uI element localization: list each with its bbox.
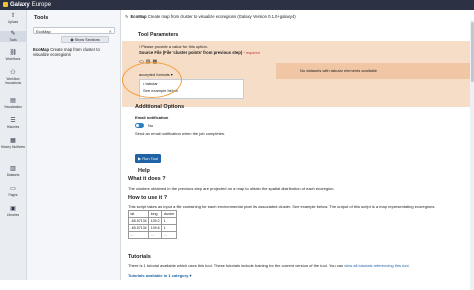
tutorials-category-toggle[interactable]: Tutorials available in 1 category ▾	[128, 273, 192, 278]
tutorials-title: Tutorials	[128, 254, 151, 260]
activity-label: Pages	[8, 193, 18, 197]
activity-label: Histories	[6, 125, 20, 129]
highlight-circle	[122, 62, 182, 98]
how-to-use-heading: How to use it ?	[128, 195, 168, 201]
activity-label: Visualization	[4, 105, 22, 109]
table-row: -65.57134 139.2 1	[127, 217, 177, 225]
brand-subname: Europe	[31, 1, 52, 8]
tool-form-panel: ✎ EcoMap Create map from cluster to visua…	[122, 10, 474, 290]
show-sections-label: Show Sections	[74, 38, 100, 42]
activity-label: Workflow Invocations	[4, 77, 22, 85]
activity-visualization[interactable]: ▤ Visualization	[0, 98, 26, 109]
scrollbar-thumb[interactable]	[470, 22, 474, 82]
tool-list-item-ecomap[interactable]: EcoMap Create map from cluster to visual…	[33, 47, 117, 57]
activity-label: Libraries	[6, 213, 20, 217]
invocations-icon: ⚇	[10, 70, 16, 76]
email-notification-label: Email notification	[135, 115, 169, 120]
histories-icon: ☰	[10, 118, 16, 124]
activity-histories[interactable]: ☰ Histories	[0, 118, 26, 129]
help-title: Help	[138, 168, 150, 174]
table-row: lat long cluster	[127, 210, 177, 218]
run-tool-label: Run Tool	[142, 156, 158, 161]
tool-header: ✎ EcoMap Create map from cluster to visua…	[122, 13, 474, 21]
run-tool-button[interactable]: ▶ Run Tool	[135, 154, 161, 163]
activity-label: History Multiview	[1, 145, 25, 149]
activity-label: Workflows	[5, 57, 21, 61]
multiview-icon: ▦	[10, 138, 16, 144]
workflow-icon: ⛓	[9, 50, 18, 56]
tutorials-text: There is 1 tutorial available which uses…	[128, 263, 410, 268]
activity-workflows[interactable]: ⛓ Workflows	[0, 50, 26, 61]
table-row: -65.57134 139.6 1	[127, 224, 177, 232]
additional-options-title: Additional Options	[135, 104, 185, 110]
what-it-does-heading: What it does ?	[128, 176, 166, 182]
tool-search-value: EcoMap	[36, 29, 51, 34]
activity-label: Datasets	[6, 173, 20, 177]
tool-parameters-title: Tool Parameters	[138, 32, 179, 38]
required-marker: * required	[243, 51, 260, 55]
brand-name: Galaxy	[10, 1, 30, 8]
email-toggle-label: No	[148, 123, 154, 128]
clear-search-icon[interactable]: ✕	[109, 28, 112, 35]
activity-label: Upload	[7, 20, 19, 24]
galaxy-logo-icon	[3, 1, 8, 7]
tool-header-desc: Create map from cluster to visualize eco…	[147, 14, 296, 19]
warning-text: Please provide a value for this option.	[141, 44, 208, 49]
table-row: .........	[127, 231, 177, 239]
brand-logo[interactable]: Galaxy Europe	[3, 1, 52, 8]
activity-label: Tools	[9, 38, 17, 42]
datasets-icon: ▥	[10, 166, 16, 172]
show-sections-button[interactable]: ◉ Show Sections	[61, 36, 109, 43]
activity-upload[interactable]: ⇧ Upload	[0, 13, 26, 24]
no-datasets-message: No datasets with tabular elements availa…	[300, 68, 378, 73]
tool-search-input[interactable]: EcoMap ✕	[33, 27, 115, 34]
chart-icon: ▤	[10, 98, 16, 104]
how-to-use-text: This script takes as input a file contai…	[128, 204, 436, 209]
pages-icon: ▭	[10, 186, 16, 192]
example-table: lat long cluster -65.57134 139.2 1 -65.57134…	[127, 210, 177, 239]
activity-history-multiview[interactable]: ▦ History Multiview	[0, 138, 26, 149]
email-toggle[interactable]	[135, 123, 144, 128]
activity-tools[interactable]: ✎ Tools	[0, 31, 26, 42]
activity-bar: ⇧ Upload ✎ Tools ⛓ Workflows ⚇ Workflow Invo…	[0, 10, 27, 280]
scrollbar[interactable]	[470, 20, 474, 290]
email-help-text: Send an email notification when the job …	[135, 131, 226, 136]
activity-libraries[interactable]: ▣ Libraries	[0, 206, 26, 217]
activity-invocations[interactable]: ⚇ Workflow Invocations	[0, 70, 26, 85]
source-file-label: Source File (File 'cluster points' from …	[139, 50, 260, 55]
tools-icon: ✎	[10, 31, 16, 37]
source-file-select[interactable]: No datasets with tabular elements availa…	[276, 63, 474, 79]
source-file-text: Source File (File 'cluster points' from …	[139, 50, 243, 55]
validation-warning: ! Please provide a value for this option…	[139, 44, 208, 49]
activity-datasets[interactable]: ▥ Datasets	[0, 166, 26, 177]
masthead: Galaxy Europe	[0, 0, 474, 10]
tool-panel: Tools EcoMap ✕ ◉ Show Sections EcoMap Cre…	[27, 10, 121, 280]
view-all-tutorials-link[interactable]: view all tutorials referencing this tool…	[344, 263, 409, 268]
activity-pages[interactable]: ▭ Pages	[0, 186, 26, 197]
libraries-icon: ▣	[10, 206, 16, 212]
upload-icon: ⇧	[10, 13, 16, 19]
wrench-icon: ✎	[125, 14, 129, 19]
what-it-does-text: The clusters obtained in the previous st…	[128, 186, 335, 191]
tool-header-name: EcoMap	[130, 14, 147, 19]
tool-panel-title: Tools	[34, 15, 49, 21]
